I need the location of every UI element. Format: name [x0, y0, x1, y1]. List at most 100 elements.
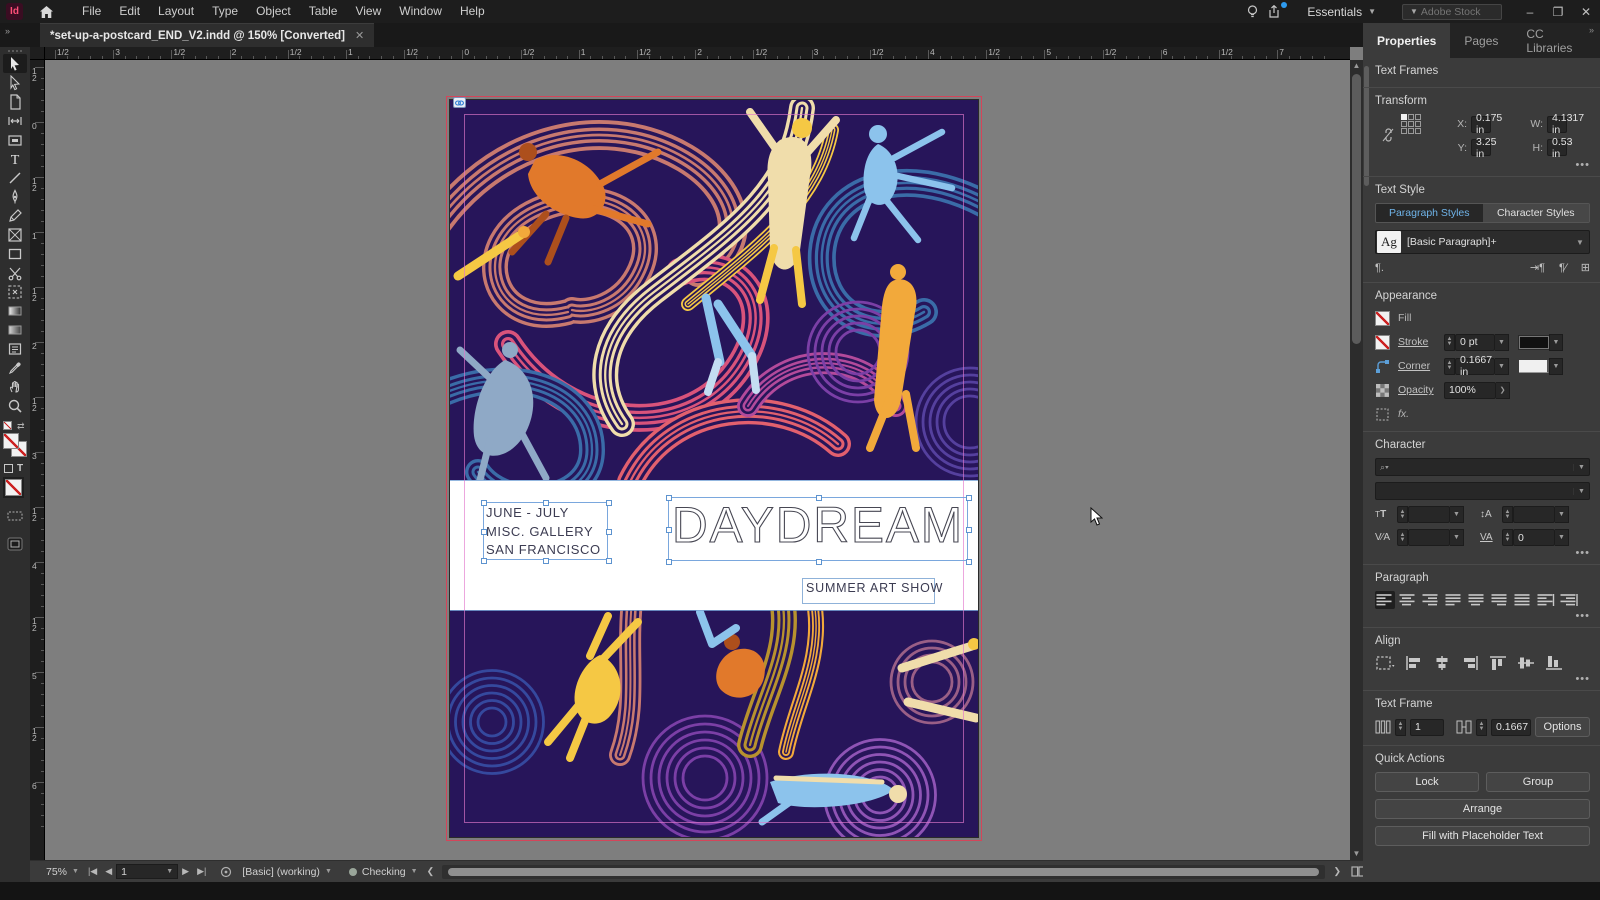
- menu-object[interactable]: Object: [247, 0, 300, 23]
- learn-lightbulb-icon[interactable]: [1241, 4, 1263, 20]
- chevron-down-icon[interactable]: ▼: [1450, 506, 1464, 523]
- columns-input[interactable]: 1: [1410, 718, 1444, 736]
- first-page-button[interactable]: |◀: [88, 866, 97, 877]
- align-justify-center-icon[interactable]: [1467, 591, 1487, 609]
- align-to-selector[interactable]: [1375, 654, 1397, 672]
- corner-shape-swatch[interactable]: [1519, 359, 1549, 373]
- selection-handle[interactable]: [815, 558, 822, 565]
- effects-fx-icon[interactable]: fx.: [1398, 408, 1409, 420]
- stroke-link[interactable]: Stroke: [1398, 336, 1444, 348]
- view-options-icon[interactable]: [7, 509, 23, 527]
- align-justify-all-icon[interactable]: [1513, 591, 1533, 609]
- paragraph-style-dropdown[interactable]: Ag [Basic Paragraph]+ ▼: [1375, 230, 1590, 254]
- selection-handle[interactable]: [605, 557, 612, 564]
- stroke-color-swatch[interactable]: [1375, 334, 1390, 350]
- vertical-scrollbar[interactable]: ▲ ▼: [1350, 60, 1363, 860]
- vertical-scroll-thumb[interactable]: [1352, 74, 1361, 344]
- tracking-stepper[interactable]: ▲ ▼: [1502, 529, 1513, 546]
- apply-none-swatch[interactable]: [3, 477, 24, 498]
- group-button[interactable]: Group: [1486, 772, 1590, 792]
- menu-edit[interactable]: Edit: [110, 0, 149, 23]
- chevron-down-icon[interactable]: ▼: [1555, 529, 1569, 546]
- kerning-input[interactable]: [1408, 529, 1450, 546]
- arrange-button[interactable]: Arrange: [1375, 799, 1590, 819]
- opacity-input[interactable]: 100%: [1444, 381, 1496, 399]
- fill-placeholder-button[interactable]: Fill with Placeholder Text: [1375, 826, 1590, 846]
- new-style-icon[interactable]: ⊞: [1581, 261, 1590, 274]
- panel-collapse-chevrons[interactable]: »: [5, 26, 10, 36]
- chevron-down-icon[interactable]: ▼: [1450, 529, 1464, 546]
- panel-expand-chevrons[interactable]: »: [1589, 25, 1594, 35]
- align-away-spine-icon[interactable]: [1559, 591, 1579, 609]
- leading-input[interactable]: [1513, 506, 1555, 523]
- subtitle-text[interactable]: SUMMER ART SHOW: [806, 581, 943, 595]
- vertical-ruler[interactable]: 12 0 12 1 12 2 12 3 12 4 12 5 12 6: [30, 60, 45, 860]
- gradient-feather-tool[interactable]: [3, 320, 27, 339]
- scroll-right-icon[interactable]: ❯: [1333, 866, 1341, 877]
- screen-mode-icon[interactable]: [7, 537, 23, 556]
- scroll-left-icon[interactable]: ❮: [427, 866, 435, 877]
- formatting-affects-text-icon[interactable]: T: [17, 463, 23, 474]
- font-style-dropdown[interactable]: ▼: [1375, 482, 1590, 500]
- corner-radius-stepper[interactable]: ▲ ▼: [1444, 357, 1455, 375]
- chevron-down-icon[interactable]: ▼: [1495, 333, 1509, 351]
- default-fill-stroke-icon[interactable]: [3, 421, 12, 430]
- home-icon[interactable]: [35, 4, 57, 20]
- last-page-button[interactable]: ▶|: [197, 866, 206, 877]
- preflight-icon[interactable]: [220, 866, 232, 878]
- chevron-down-icon[interactable]: ▼: [1555, 506, 1569, 523]
- zoom-tool[interactable]: [3, 396, 27, 415]
- close-button[interactable]: ✕: [1572, 0, 1600, 23]
- restore-button[interactable]: ❐: [1544, 0, 1572, 23]
- panel-tab-cc-libraries[interactable]: CC Libraries: [1512, 23, 1600, 58]
- menu-view[interactable]: View: [346, 0, 390, 23]
- align-toward-spine-icon[interactable]: [1536, 591, 1556, 609]
- more-options-icon[interactable]: •••: [1575, 673, 1590, 685]
- panel-tab-pages[interactable]: Pages: [1450, 23, 1512, 58]
- venue-text[interactable]: JUNE - JULY MISC. GALLERY SAN FRANCISCO: [486, 504, 601, 560]
- fill-swatch[interactable]: [3, 433, 19, 449]
- w-input[interactable]: 4.1317 in: [1547, 112, 1584, 136]
- align-top-icon[interactable]: [1487, 654, 1509, 672]
- align-justify-left-icon[interactable]: [1444, 591, 1464, 609]
- redefine-style-icon[interactable]: ⇥¶: [1530, 261, 1545, 274]
- close-tab-icon[interactable]: ✕: [355, 29, 364, 42]
- eyedropper-tool[interactable]: [3, 358, 27, 377]
- rectangle-tool[interactable]: [3, 244, 27, 263]
- align-left-icon[interactable]: [1403, 654, 1425, 672]
- more-options-icon[interactable]: •••: [1575, 610, 1590, 622]
- toolbar-grip[interactable]: [8, 50, 22, 52]
- stroke-weight-input[interactable]: 0 pt: [1455, 333, 1495, 351]
- menu-layout[interactable]: Layout: [149, 0, 203, 23]
- menu-file[interactable]: File: [73, 0, 110, 23]
- align-left-icon[interactable]: [1375, 591, 1395, 609]
- menu-window[interactable]: Window: [390, 0, 451, 23]
- font-size-stepper[interactable]: ▲ ▼: [1397, 506, 1408, 523]
- postcard-artwork-top[interactable]: [450, 100, 978, 480]
- opacity-expand-icon[interactable]: ❯: [1496, 381, 1510, 399]
- chevron-down-icon[interactable]: ▼: [1549, 333, 1563, 351]
- x-input[interactable]: 0.175 in: [1471, 112, 1502, 136]
- selection-handle[interactable]: [605, 499, 612, 506]
- formatting-affects-container-icon[interactable]: [4, 464, 13, 473]
- corner-radius-input[interactable]: 0.1667 in: [1455, 354, 1495, 378]
- line-tool[interactable]: [3, 168, 27, 187]
- inset-input[interactable]: 0.1667: [1491, 718, 1531, 736]
- pen-tool[interactable]: [3, 187, 27, 206]
- horizontal-scroll-thumb[interactable]: [448, 867, 1320, 876]
- pilcrow-options-icon[interactable]: ¶.: [1375, 262, 1384, 274]
- content-collector-tool[interactable]: [3, 130, 27, 149]
- tracking-input[interactable]: 0: [1513, 529, 1555, 546]
- tab-character-styles[interactable]: Character Styles: [1482, 204, 1589, 222]
- more-options-icon[interactable]: •••: [1575, 159, 1590, 171]
- menu-table[interactable]: Table: [300, 0, 347, 23]
- menu-help[interactable]: Help: [451, 0, 494, 23]
- zoom-level[interactable]: 75%: [46, 866, 67, 878]
- corner-icon[interactable]: [1375, 359, 1390, 374]
- linked-image-badge-icon[interactable]: [453, 97, 466, 108]
- align-right-icon[interactable]: [1421, 591, 1441, 609]
- adobe-stock-search[interactable]: ▼: [1402, 3, 1502, 20]
- more-options-icon[interactable]: •••: [1575, 547, 1590, 559]
- scroll-up-icon[interactable]: ▲: [1350, 60, 1363, 72]
- share-icon[interactable]: [1263, 1, 1288, 20]
